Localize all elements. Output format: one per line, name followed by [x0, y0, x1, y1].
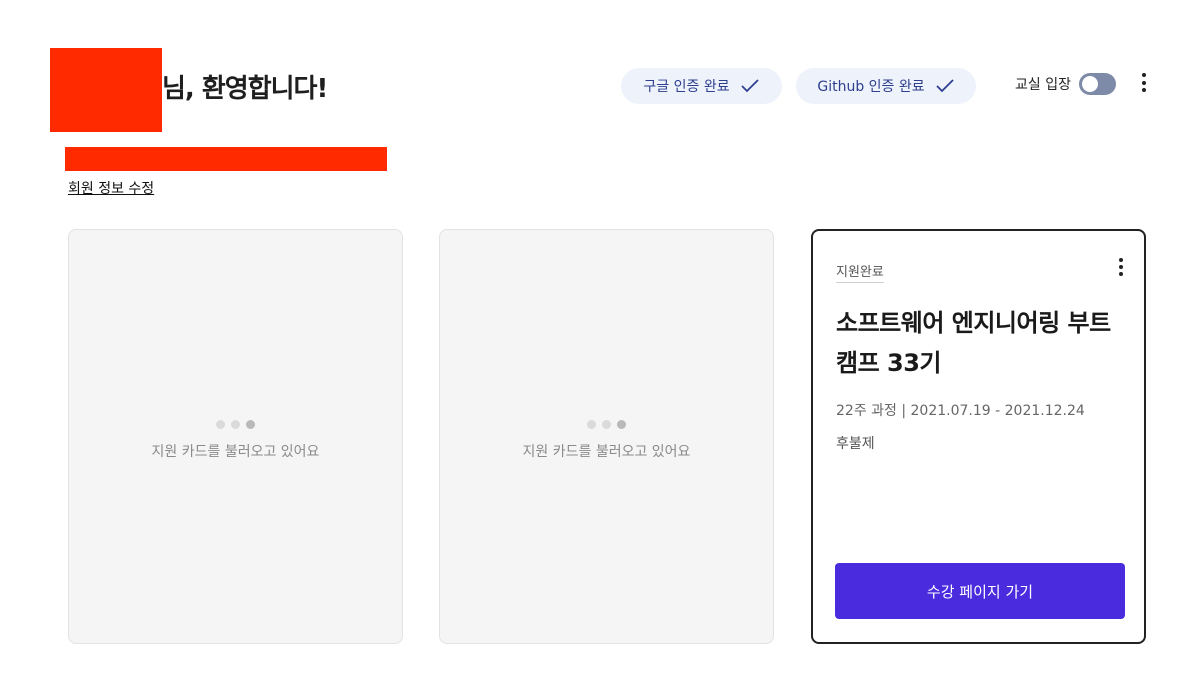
- payment-type: 후불제: [836, 436, 875, 452]
- classroom-toggle[interactable]: [1078, 73, 1116, 95]
- redacted-user-info: [65, 147, 387, 171]
- github-auth-label: Github 인증 완료: [817, 79, 925, 95]
- loading-dots-icon: [216, 420, 255, 429]
- loading-dots-icon: [587, 420, 626, 429]
- google-auth-badge: 구글 인증 완료: [621, 68, 782, 104]
- toggle-knob: [1081, 76, 1098, 92]
- card-more-options-icon[interactable]: [1115, 258, 1127, 276]
- more-options-icon[interactable]: [1138, 73, 1150, 92]
- classroom-entry-label: 교실 입장: [1015, 77, 1071, 93]
- redacted-username: [50, 48, 162, 132]
- github-auth-badge: Github 인증 완료: [796, 68, 976, 104]
- classroom-entry: 교실 입장: [1015, 73, 1116, 95]
- check-icon: [740, 79, 759, 93]
- loading-text: 지원 카드를 불러오고 있어요: [151, 444, 320, 460]
- course-application-card: 지원완료 소프트웨어 엔지니어링 부트캠프 33기 22주 과정 | 2021.…: [811, 229, 1146, 644]
- check-icon: [936, 79, 954, 93]
- go-to-course-button[interactable]: 수강 페이지 가기: [835, 563, 1125, 619]
- application-card-loading: 지원 카드를 불러오고 있어요: [439, 229, 774, 644]
- application-card-loading: 지원 카드를 불러오고 있어요: [68, 229, 403, 644]
- google-auth-label: 구글 인증 완료: [643, 79, 730, 95]
- status-badge: 지원완료: [836, 261, 884, 283]
- course-period: 22주 과정 | 2021.07.19 - 2021.12.24: [836, 403, 1085, 419]
- loading-text: 지원 카드를 불러오고 있어요: [522, 444, 691, 460]
- welcome-greeting: 님, 환영합니다!: [162, 74, 328, 104]
- course-title: 소프트웨어 엔지니어링 부트캠프 33기: [836, 309, 1111, 377]
- edit-profile-link[interactable]: 회원 정보 수정: [68, 178, 154, 198]
